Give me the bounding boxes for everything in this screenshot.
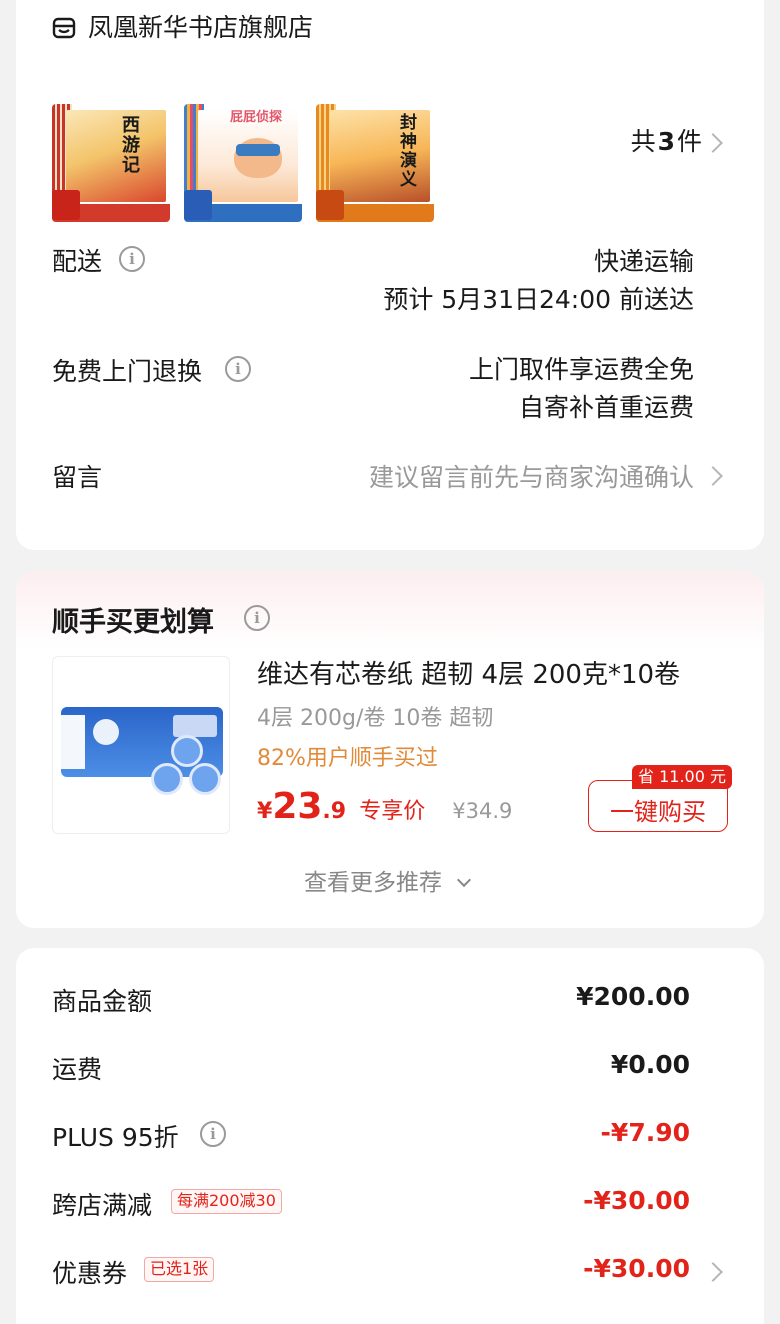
returns-label: 免费上门退换 [52, 357, 203, 386]
summary-value: -¥7.90 [600, 1118, 690, 1147]
chevron-right-icon [703, 466, 723, 486]
recommend-title: 顺手买更划算 [52, 607, 214, 638]
delivery-method: 快递运输 [593, 247, 694, 276]
store-icon [52, 17, 76, 39]
recommend-social-proof: 82%用户顺手买过 [257, 746, 438, 771]
summary-value: -¥30.00 [583, 1186, 690, 1215]
recommend-price: ¥23.9 专享价 ¥34.9 [257, 786, 513, 827]
info-icon[interactable]: i [200, 1121, 226, 1147]
recommend-product-title[interactable]: 维达有芯卷纸 超韧 4层 200克*10卷 [257, 654, 680, 691]
coupon-tag: 已选1张 [144, 1257, 215, 1282]
info-icon[interactable]: i [119, 246, 145, 272]
product-count[interactable]: 共3件 [631, 124, 702, 160]
summary-value: ¥200.00 [576, 982, 690, 1011]
message-input[interactable]: 建议留言前先与商家沟通确认 [369, 458, 694, 494]
recommend-product-spec: 4层 200g/卷 10卷 超韧 [257, 706, 494, 731]
book-2-title: 屁屁侦探 [230, 110, 283, 125]
promo-tag: 每满200减30 [171, 1189, 282, 1214]
recommend-card: 顺手买更划算 i 维达有芯卷纸 超韧 4层 200克*10卷 4层 200g/卷… [16, 572, 764, 928]
summary-label: 优惠券 [52, 1259, 128, 1288]
more-recommend-link[interactable]: 查看更多推荐 [304, 866, 472, 900]
chevron-down-icon [457, 872, 472, 888]
product-thumbnail-2: 屁屁侦探 [184, 104, 302, 222]
book-3-title: 封神演义 [400, 113, 417, 190]
delivery-eta: 预计 5月31日24:00 前送达 [383, 285, 694, 314]
product-thumbnail-3: 封神演义 [316, 104, 434, 222]
price-summary-card: 商品金额 ¥200.00 运费 ¥0.00 PLUS 95折 i -¥7.90 … [16, 948, 764, 1324]
info-icon[interactable]: i [244, 605, 270, 631]
book-1-title: 西游记 [122, 115, 140, 176]
delivery-label: 配送 [52, 247, 103, 276]
product-thumbnail-1: 西游记 [52, 104, 170, 222]
coupon-row[interactable]: 优惠券 已选1张 -¥30.00 [16, 1240, 764, 1308]
summary-label: PLUS 95折 [52, 1123, 179, 1152]
save-badge: 省 11.00 元 [632, 765, 732, 789]
recommend-product-image[interactable] [52, 656, 230, 834]
message-row[interactable]: 留言 建议留言前先与商家沟通确认 [16, 440, 764, 510]
returns-line2: 自寄补首重运费 [518, 393, 694, 422]
summary-value: -¥30.00 [583, 1254, 690, 1283]
store-name: 凤凰新华书店旗舰店 [88, 13, 314, 42]
summary-label: 运费 [52, 1055, 103, 1084]
order-info-card: 凤凰新华书店旗舰店 西游记 屁屁侦探 封神演义 共3件 配送 i 快递运输 预计… [16, 0, 764, 550]
summary-label: 商品金额 [52, 987, 153, 1016]
info-icon[interactable]: i [225, 356, 251, 382]
chevron-right-icon [703, 1262, 723, 1282]
message-label: 留言 [52, 463, 103, 492]
summary-label: 跨店满减 [52, 1191, 153, 1220]
chevron-right-icon [703, 133, 723, 153]
returns-line1: 上门取件享运费全免 [468, 355, 694, 384]
summary-value: ¥0.00 [610, 1050, 690, 1079]
